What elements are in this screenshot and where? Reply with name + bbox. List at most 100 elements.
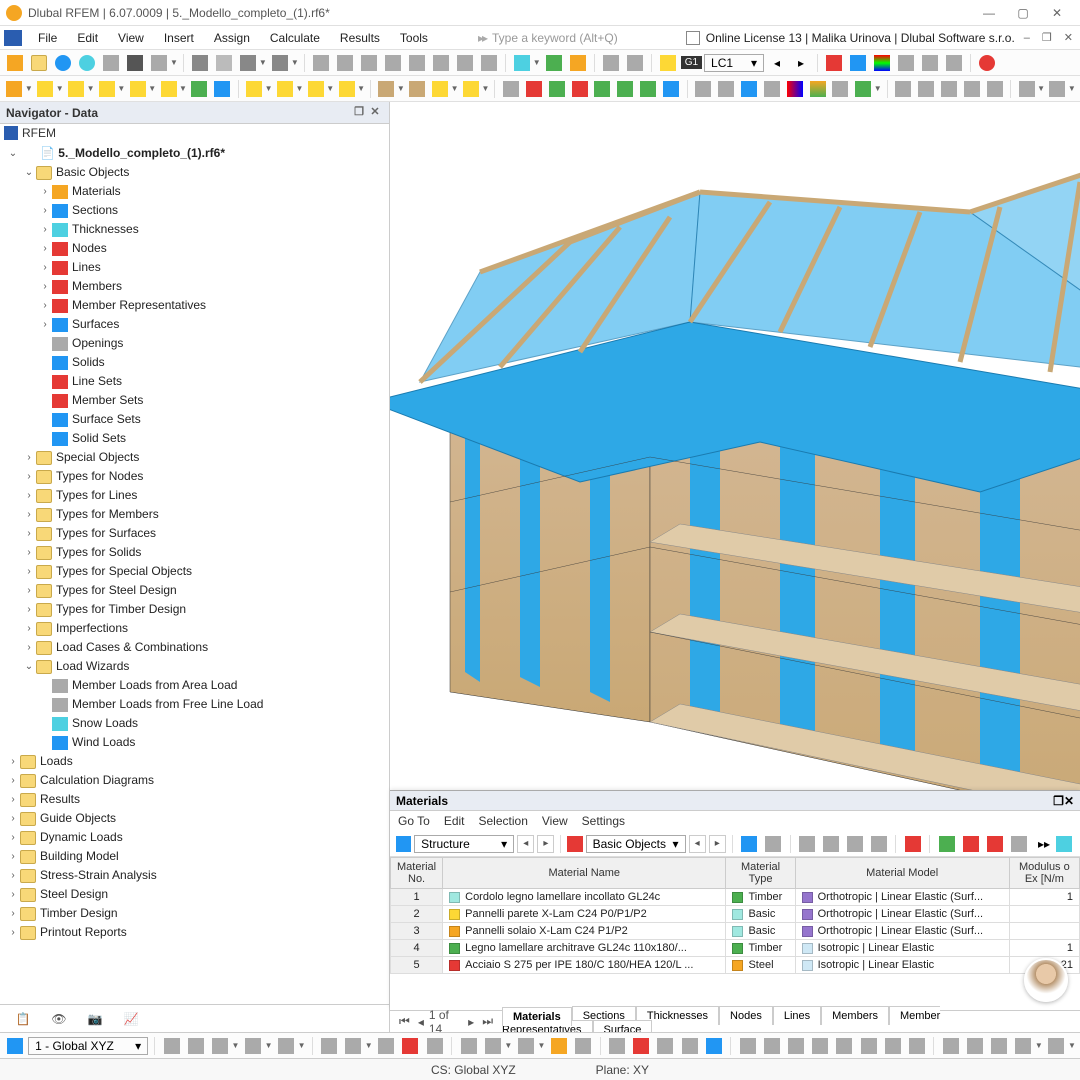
save-button[interactable] <box>124 52 146 74</box>
ins-20[interactable] <box>569 78 590 100</box>
sb-16[interactable] <box>607 1035 628 1057</box>
ins-13[interactable] <box>376 78 397 100</box>
ins-1[interactable] <box>4 78 25 100</box>
webservice-button[interactable] <box>76 52 98 74</box>
dim4-button[interactable] <box>895 52 917 74</box>
panel-1-button[interactable] <box>310 52 332 74</box>
tree-folder-3[interactable]: ›Types for Members <box>0 505 389 524</box>
calc-3-button[interactable] <box>567 52 589 74</box>
child-close[interactable]: ✕ <box>1061 31 1076 44</box>
tool-4[interactable] <box>761 78 782 100</box>
tree-folder-6[interactable]: ›Types for Special Objects <box>0 562 389 581</box>
tree-lw-2[interactable]: Snow Loads <box>0 714 389 733</box>
mat-tb-4[interactable] <box>821 833 842 855</box>
mat-close[interactable]: ✕ <box>1064 794 1074 808</box>
combo-prev[interactable]: ◂ <box>517 835 534 853</box>
tree-lw-3[interactable]: Wind Loads <box>0 733 389 752</box>
tree-folder2-6[interactable]: ›Stress-Strain Analysis <box>0 866 389 885</box>
undock-button[interactable]: ❐ <box>351 105 367 121</box>
tree-folder-1[interactable]: ›Types for Nodes <box>0 467 389 486</box>
sb-17[interactable] <box>631 1035 652 1057</box>
mat-menu-edit[interactable]: Edit <box>444 814 465 828</box>
tree-bo-3[interactable]: ›Nodes <box>0 239 389 258</box>
ins-4[interactable] <box>96 78 117 100</box>
sb-13[interactable] <box>515 1035 536 1057</box>
mat-tb-6[interactable] <box>868 833 889 855</box>
tree-folder2-5[interactable]: ›Building Model <box>0 847 389 866</box>
tree-bo-2[interactable]: ›Thicknesses <box>0 220 389 239</box>
panel-3-button[interactable] <box>358 52 380 74</box>
tree-folder-10[interactable]: ›Load Cases & Combinations <box>0 638 389 657</box>
mat-tb-9[interactable] <box>984 833 1005 855</box>
tree-file[interactable]: ⌄📄 5._Modello_completo_(1).rf6* <box>0 144 389 163</box>
sb-1[interactable] <box>161 1035 182 1057</box>
sb-10[interactable] <box>424 1035 445 1057</box>
dim6-button[interactable] <box>943 52 965 74</box>
print-button[interactable] <box>148 52 170 74</box>
keyword-search[interactable]: ▸▸Type a keyword (Alt+Q) <box>478 31 618 45</box>
sb-9[interactable] <box>400 1035 421 1057</box>
panel-2-button[interactable] <box>334 52 356 74</box>
panel-4-button[interactable] <box>382 52 404 74</box>
sb-22[interactable] <box>761 1035 782 1057</box>
navigator-tree[interactable]: ⌄📄 5._Modello_completo_(1).rf6*⌄Basic Ob… <box>0 142 389 1004</box>
table-tab-materials[interactable]: Materials <box>502 1007 572 1026</box>
table-tab-nodes[interactable]: Nodes <box>719 1006 773 1025</box>
tree-bo-1[interactable]: ›Sections <box>0 201 389 220</box>
tree-folder2-1[interactable]: ›Calculation Diagrams <box>0 771 389 790</box>
sb-30[interactable] <box>964 1035 985 1057</box>
ins-6[interactable] <box>158 78 179 100</box>
mat-tb-5[interactable] <box>845 833 866 855</box>
new-button[interactable] <box>4 52 26 74</box>
tool-3[interactable] <box>738 78 759 100</box>
cancel-button[interactable] <box>976 52 998 74</box>
tool-9[interactable] <box>893 78 914 100</box>
tree-load-wizards[interactable]: ⌄Load Wizards <box>0 657 389 676</box>
sb-25[interactable] <box>834 1035 855 1057</box>
tool-13[interactable] <box>984 78 1005 100</box>
table-tab-members[interactable]: Members <box>821 1006 889 1025</box>
calc-1-button[interactable] <box>511 52 533 74</box>
tool-7[interactable] <box>830 78 851 100</box>
pager-prev[interactable]: ◂ <box>415 1015 427 1029</box>
history-button[interactable] <box>237 52 259 74</box>
close-button[interactable]: ✕ <box>1040 2 1074 24</box>
tree-bo-5[interactable]: ›Members <box>0 277 389 296</box>
tree-bo-9[interactable]: Solids <box>0 353 389 372</box>
mat-units[interactable] <box>1053 833 1074 855</box>
calc-2-button[interactable] <box>543 52 565 74</box>
redo-button[interactable] <box>269 52 291 74</box>
mat-undock[interactable]: ❐ <box>1053 794 1064 808</box>
mat-tb-1[interactable] <box>739 833 760 855</box>
minimize-button[interactable]: — <box>972 2 1006 24</box>
nav-tab-data[interactable]: 📋 <box>10 1009 36 1029</box>
mat-tb-3[interactable] <box>797 833 818 855</box>
ins-8[interactable] <box>212 78 233 100</box>
tool-14[interactable] <box>1016 78 1037 100</box>
tool-6[interactable] <box>807 78 828 100</box>
tree-folder2-7[interactable]: ›Steel Design <box>0 885 389 904</box>
sb-12[interactable] <box>482 1035 503 1057</box>
tree-folder2-3[interactable]: ›Guide Objects <box>0 809 389 828</box>
panel-6-button[interactable] <box>430 52 452 74</box>
undo-button[interactable] <box>189 52 211 74</box>
tree-bo-12[interactable]: Surface Sets <box>0 410 389 429</box>
cs-combo[interactable]: 1 - Global XYZ▾ <box>28 1037 148 1055</box>
refresh-button[interactable] <box>52 52 74 74</box>
tree-folder-7[interactable]: ›Types for Steel Design <box>0 581 389 600</box>
material-row[interactable]: 4 Legno lamellare architrave GL24c 110x1… <box>391 940 1080 957</box>
structure-combo[interactable]: Structure▾ <box>414 835 514 853</box>
open-button[interactable] <box>28 52 50 74</box>
menu-insert[interactable]: Insert <box>154 28 204 48</box>
tool-15[interactable] <box>1047 78 1068 100</box>
bo-prev[interactable]: ◂ <box>689 835 706 853</box>
tree-bo-7[interactable]: ›Surfaces <box>0 315 389 334</box>
tree-folder-2[interactable]: ›Types for Lines <box>0 486 389 505</box>
sb-4[interactable] <box>242 1035 263 1057</box>
table-tab-lines[interactable]: Lines <box>773 1006 821 1025</box>
panel-8-button[interactable] <box>478 52 500 74</box>
tool-12[interactable] <box>961 78 982 100</box>
pager-first[interactable]: ⏮ <box>396 1014 413 1029</box>
sb-11[interactable] <box>458 1035 479 1057</box>
tree-bo-13[interactable]: Solid Sets <box>0 429 389 448</box>
